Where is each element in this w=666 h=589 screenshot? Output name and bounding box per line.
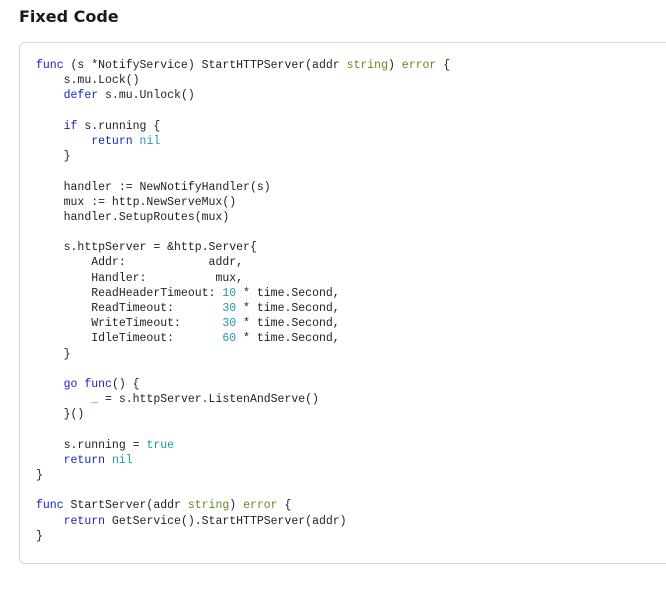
code-line: handler := NewNotifyHandler(s) [36, 180, 450, 195]
code-content[interactable]: func (s *NotifyService) StartHTTPServer(… [36, 58, 450, 544]
code-text: s.mu.Unlock() [98, 89, 195, 103]
code-type: string [187, 499, 230, 513]
code-block[interactable]: func (s *NotifyService) StartHTTPServer(… [19, 42, 666, 564]
code-text: * time.Second, [236, 302, 340, 315]
code-text: Handler: mux, [36, 271, 244, 285]
code-line: s.httpServer = &http.Server{ [36, 240, 450, 255]
code-line: return nil [36, 134, 450, 149]
code-text: WriteTimeout: [36, 317, 223, 331]
code-keyword: func [36, 59, 64, 72]
code-line: } [36, 468, 450, 483]
code-text: } [36, 529, 43, 543]
code-text: ) [387, 59, 402, 72]
code-line: ​ [36, 423, 450, 438]
code-line: go func() { [36, 377, 450, 392]
code-text: (s *NotifyService) StartHTTPServer(addr [63, 59, 347, 72]
code-text: s.httpServer = &http.Server{ [36, 241, 257, 255]
code-text: mux := http.NewServeMux() [36, 195, 237, 209]
code-keyword: func [84, 377, 112, 391]
section-heading: Fixed Code [19, 7, 119, 26]
code-text: s.running = [36, 438, 147, 452]
code-text: StartServer(addr [63, 499, 188, 513]
code-line: mux := http.NewServeMux() [36, 195, 450, 210]
code-line: } [36, 149, 450, 164]
code-type: error [243, 499, 278, 513]
code-line: ReadHeaderTimeout: 10 * time.Second, [36, 286, 450, 301]
code-literal: 30 [222, 302, 237, 315]
code-line: ​ [36, 362, 450, 377]
code-line: Handler: mux, [36, 271, 450, 286]
code-text: ReadHeaderTimeout: [36, 286, 223, 300]
code-text: * time.Second, [236, 332, 340, 346]
code-line: s.running = true [36, 438, 450, 453]
code-line: func StartServer(addr string) error { [36, 498, 450, 513]
code-text: s.mu.Lock() [36, 74, 140, 88]
code-text: ) [229, 499, 244, 513]
code-text: s.running { [77, 119, 161, 133]
code-line: WriteTimeout: 30 * time.Second, [36, 316, 450, 331]
code-keyword: if [63, 119, 78, 133]
code-line: ​ [36, 483, 450, 498]
code-keyword: defer [63, 89, 99, 103]
code-text: }() [36, 408, 85, 422]
code-literal: true [146, 438, 175, 452]
code-text: { [436, 59, 451, 72]
code-line: s.mu.Lock() [36, 73, 450, 88]
code-text: * time.Second, [236, 317, 340, 331]
code-type: error [401, 59, 437, 72]
code-text: IdleTimeout: [36, 332, 223, 346]
code-line: defer s.mu.Unlock() [36, 88, 450, 103]
code-line: ​ [36, 104, 450, 119]
code-line: return nil [36, 453, 450, 468]
code-text: GetService().StartHTTPServer(addr) [105, 514, 347, 528]
code-line: return GetService().StartHTTPServer(addr… [36, 514, 450, 529]
code-line: ReadTimeout: 30 * time.Second, [36, 301, 450, 316]
code-text: } [36, 347, 71, 361]
code-keyword: go [63, 377, 78, 391]
code-line: handler.SetupRoutes(mux) [36, 210, 450, 225]
code-line: if s.running { [36, 119, 450, 134]
code-keyword: func [36, 499, 64, 513]
code-text: Addr: addr, [36, 256, 244, 270]
code-line: }() [36, 407, 450, 422]
code-text: ReadTimeout: [36, 302, 223, 315]
code-line: } [36, 529, 450, 544]
code-line: ​ [36, 225, 450, 240]
code-line: ​ [36, 164, 450, 179]
code-line: _ = s.httpServer.ListenAndServe() [36, 392, 450, 407]
code-line: func (s *NotifyService) StartHTTPServer(… [36, 58, 450, 73]
code-text: handler := NewNotifyHandler(s) [36, 180, 271, 194]
code-text: } [36, 150, 71, 164]
code-keyword: return [63, 453, 106, 467]
code-text: = s.httpServer.ListenAndServe() [98, 393, 319, 407]
code-literal: 60 [222, 332, 237, 346]
code-keyword: return [91, 134, 133, 148]
code-line: } [36, 347, 450, 362]
code-literal: 10 [222, 286, 237, 300]
code-keyword: return [63, 514, 106, 528]
code-text: } [36, 469, 43, 483]
code-literal: 30 [222, 317, 237, 331]
code-literal: nil [139, 134, 161, 148]
code-text: { [277, 499, 292, 513]
code-line: Addr: addr, [36, 255, 450, 270]
code-text: * time.Second, [236, 286, 340, 300]
code-text: () { [111, 377, 140, 391]
code-line: IdleTimeout: 60 * time.Second, [36, 331, 450, 346]
code-text: handler.SetupRoutes(mux) [36, 210, 230, 224]
code-literal: nil [111, 453, 133, 467]
code-type: string [346, 59, 388, 72]
